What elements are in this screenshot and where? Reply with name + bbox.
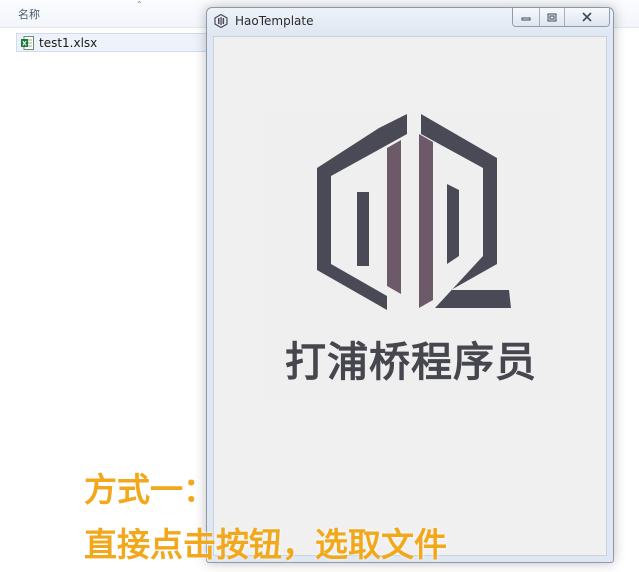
close-button[interactable] xyxy=(565,8,609,26)
svg-text:X: X xyxy=(22,41,27,48)
minimize-button[interactable] xyxy=(513,8,540,26)
brand-logo-panel: 打浦桥程序员 xyxy=(263,112,559,402)
file-name: test1.xlsx xyxy=(39,36,98,50)
maximize-button[interactable] xyxy=(540,8,565,26)
window-title: HaoTemplate xyxy=(235,14,314,28)
window-controls xyxy=(512,8,610,27)
minimize-icon xyxy=(521,17,531,21)
tutorial-caption: 方式一： 直接点击按钮，选取文件 xyxy=(84,462,447,572)
maximize-icon xyxy=(547,13,557,21)
caption-line-1: 方式一： xyxy=(84,470,216,509)
file-list-item[interactable]: X test1.xlsx xyxy=(16,33,216,52)
close-icon xyxy=(582,12,592,22)
sort-arrow-icon: ⌃ xyxy=(136,0,143,9)
column-header-name[interactable]: 名称 xyxy=(18,6,40,22)
caption-line-2: 直接点击按钮，选取文件 xyxy=(84,525,447,564)
hao-logo-icon xyxy=(214,14,228,28)
title-bar[interactable]: HaoTemplate xyxy=(207,8,613,34)
brand-name: 打浦桥程序员 xyxy=(285,338,537,386)
excel-file-icon: X xyxy=(21,36,34,50)
brand-logo-icon xyxy=(317,114,511,310)
